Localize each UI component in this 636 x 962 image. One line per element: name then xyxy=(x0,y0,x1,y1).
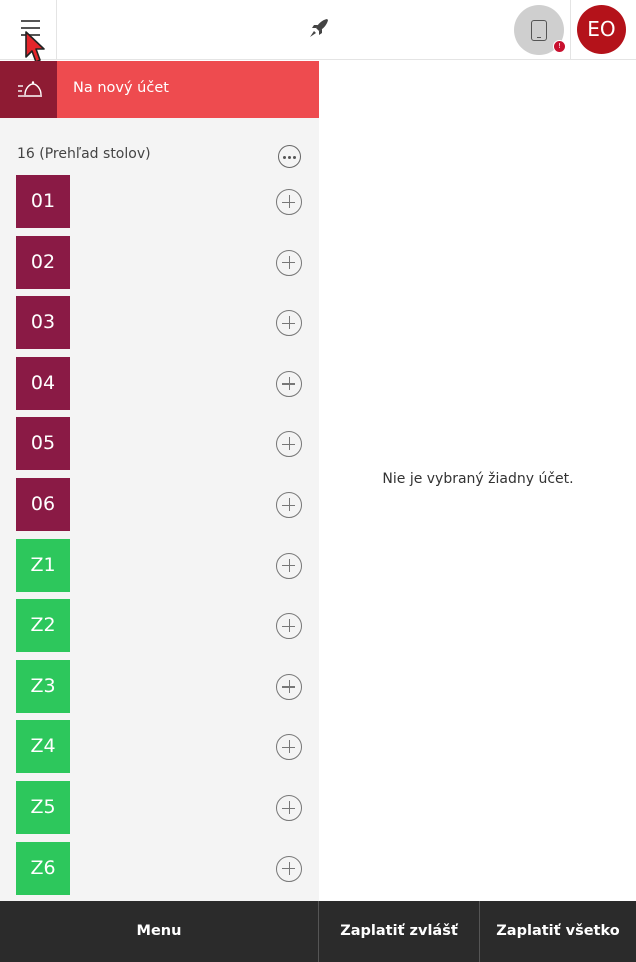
new-account-label: Na nový účet xyxy=(73,80,169,96)
pay-separately-button[interactable]: Zaplatiť zvlášť xyxy=(319,901,479,962)
table-tile[interactable]: 06 xyxy=(16,478,70,531)
add-account-icon[interactable] xyxy=(276,189,302,215)
more-dot xyxy=(288,155,291,159)
add-account-icon[interactable] xyxy=(276,310,302,337)
table-tile[interactable]: 01 xyxy=(16,175,70,228)
table-row: Z2 xyxy=(16,599,306,653)
table-tile[interactable]: Z3 xyxy=(16,659,70,713)
add-account-icon[interactable] xyxy=(276,855,302,882)
table-row: Z3 xyxy=(16,659,306,713)
add-account-icon[interactable] xyxy=(276,249,302,276)
serve-dish-icon xyxy=(18,81,42,97)
table-row: 03 xyxy=(16,296,306,350)
tablet-icon xyxy=(531,20,547,41)
more-dot xyxy=(293,155,296,159)
header-divider xyxy=(570,0,571,60)
pay-all-button[interactable]: Zaplatiť všetko xyxy=(480,901,636,962)
top-bar: ! EO xyxy=(0,0,636,63)
add-account-icon[interactable] xyxy=(276,613,302,640)
table-row: 02 xyxy=(16,235,306,289)
add-account-icon[interactable] xyxy=(276,431,302,458)
table-tile[interactable]: Z6 xyxy=(16,841,70,895)
table-tile[interactable]: Z4 xyxy=(16,720,70,774)
table-tile[interactable]: Z1 xyxy=(16,538,70,592)
tables-sidebar: Na nový účet 16 (Prehľad stolov) 01 02 03 0… xyxy=(0,61,319,901)
table-tile[interactable]: 02 xyxy=(16,235,70,289)
menu-button[interactable]: Menu xyxy=(0,901,318,962)
table-tile[interactable]: 05 xyxy=(16,417,70,471)
table-tile[interactable]: 04 xyxy=(16,356,70,410)
more-options-icon[interactable] xyxy=(278,145,301,168)
table-row: 05 xyxy=(16,417,306,471)
bottom-action-bar: Menu Zaplatiť zvlášť Zaplatiť všetko xyxy=(0,901,636,962)
table-row: 01 xyxy=(16,175,306,228)
table-row: Z1 xyxy=(16,538,306,592)
notification-badge: ! xyxy=(553,40,566,53)
table-tile[interactable]: Z2 xyxy=(16,599,70,653)
table-tile[interactable]: 03 xyxy=(16,296,70,350)
table-overview-title: 16 (Prehľad stolov) xyxy=(17,146,151,162)
table-row: 06 xyxy=(16,478,306,531)
user-avatar[interactable]: EO xyxy=(577,5,626,54)
hamburger-icon xyxy=(21,20,40,22)
new-account-button[interactable]: Na nový účet xyxy=(0,61,319,118)
new-account-icon-box xyxy=(0,61,57,118)
table-row: Z5 xyxy=(16,781,306,834)
add-account-icon[interactable] xyxy=(276,492,302,518)
rocket-logo-icon xyxy=(310,19,328,37)
add-account-icon[interactable] xyxy=(276,552,302,579)
hamburger-icon-line xyxy=(21,27,40,29)
table-row: 04 xyxy=(16,356,306,410)
mouse-cursor-icon xyxy=(25,31,45,63)
add-account-icon[interactable] xyxy=(276,673,302,700)
add-account-icon[interactable] xyxy=(276,795,302,821)
table-row: Z6 xyxy=(16,841,306,895)
table-tile[interactable]: Z5 xyxy=(16,781,70,834)
add-account-icon[interactable] xyxy=(276,370,302,397)
empty-state-message: Nie je vybraný žiadny účet. xyxy=(382,471,574,487)
table-row: Z4 xyxy=(16,720,306,774)
add-account-icon[interactable] xyxy=(276,734,302,761)
more-dot xyxy=(283,155,286,159)
